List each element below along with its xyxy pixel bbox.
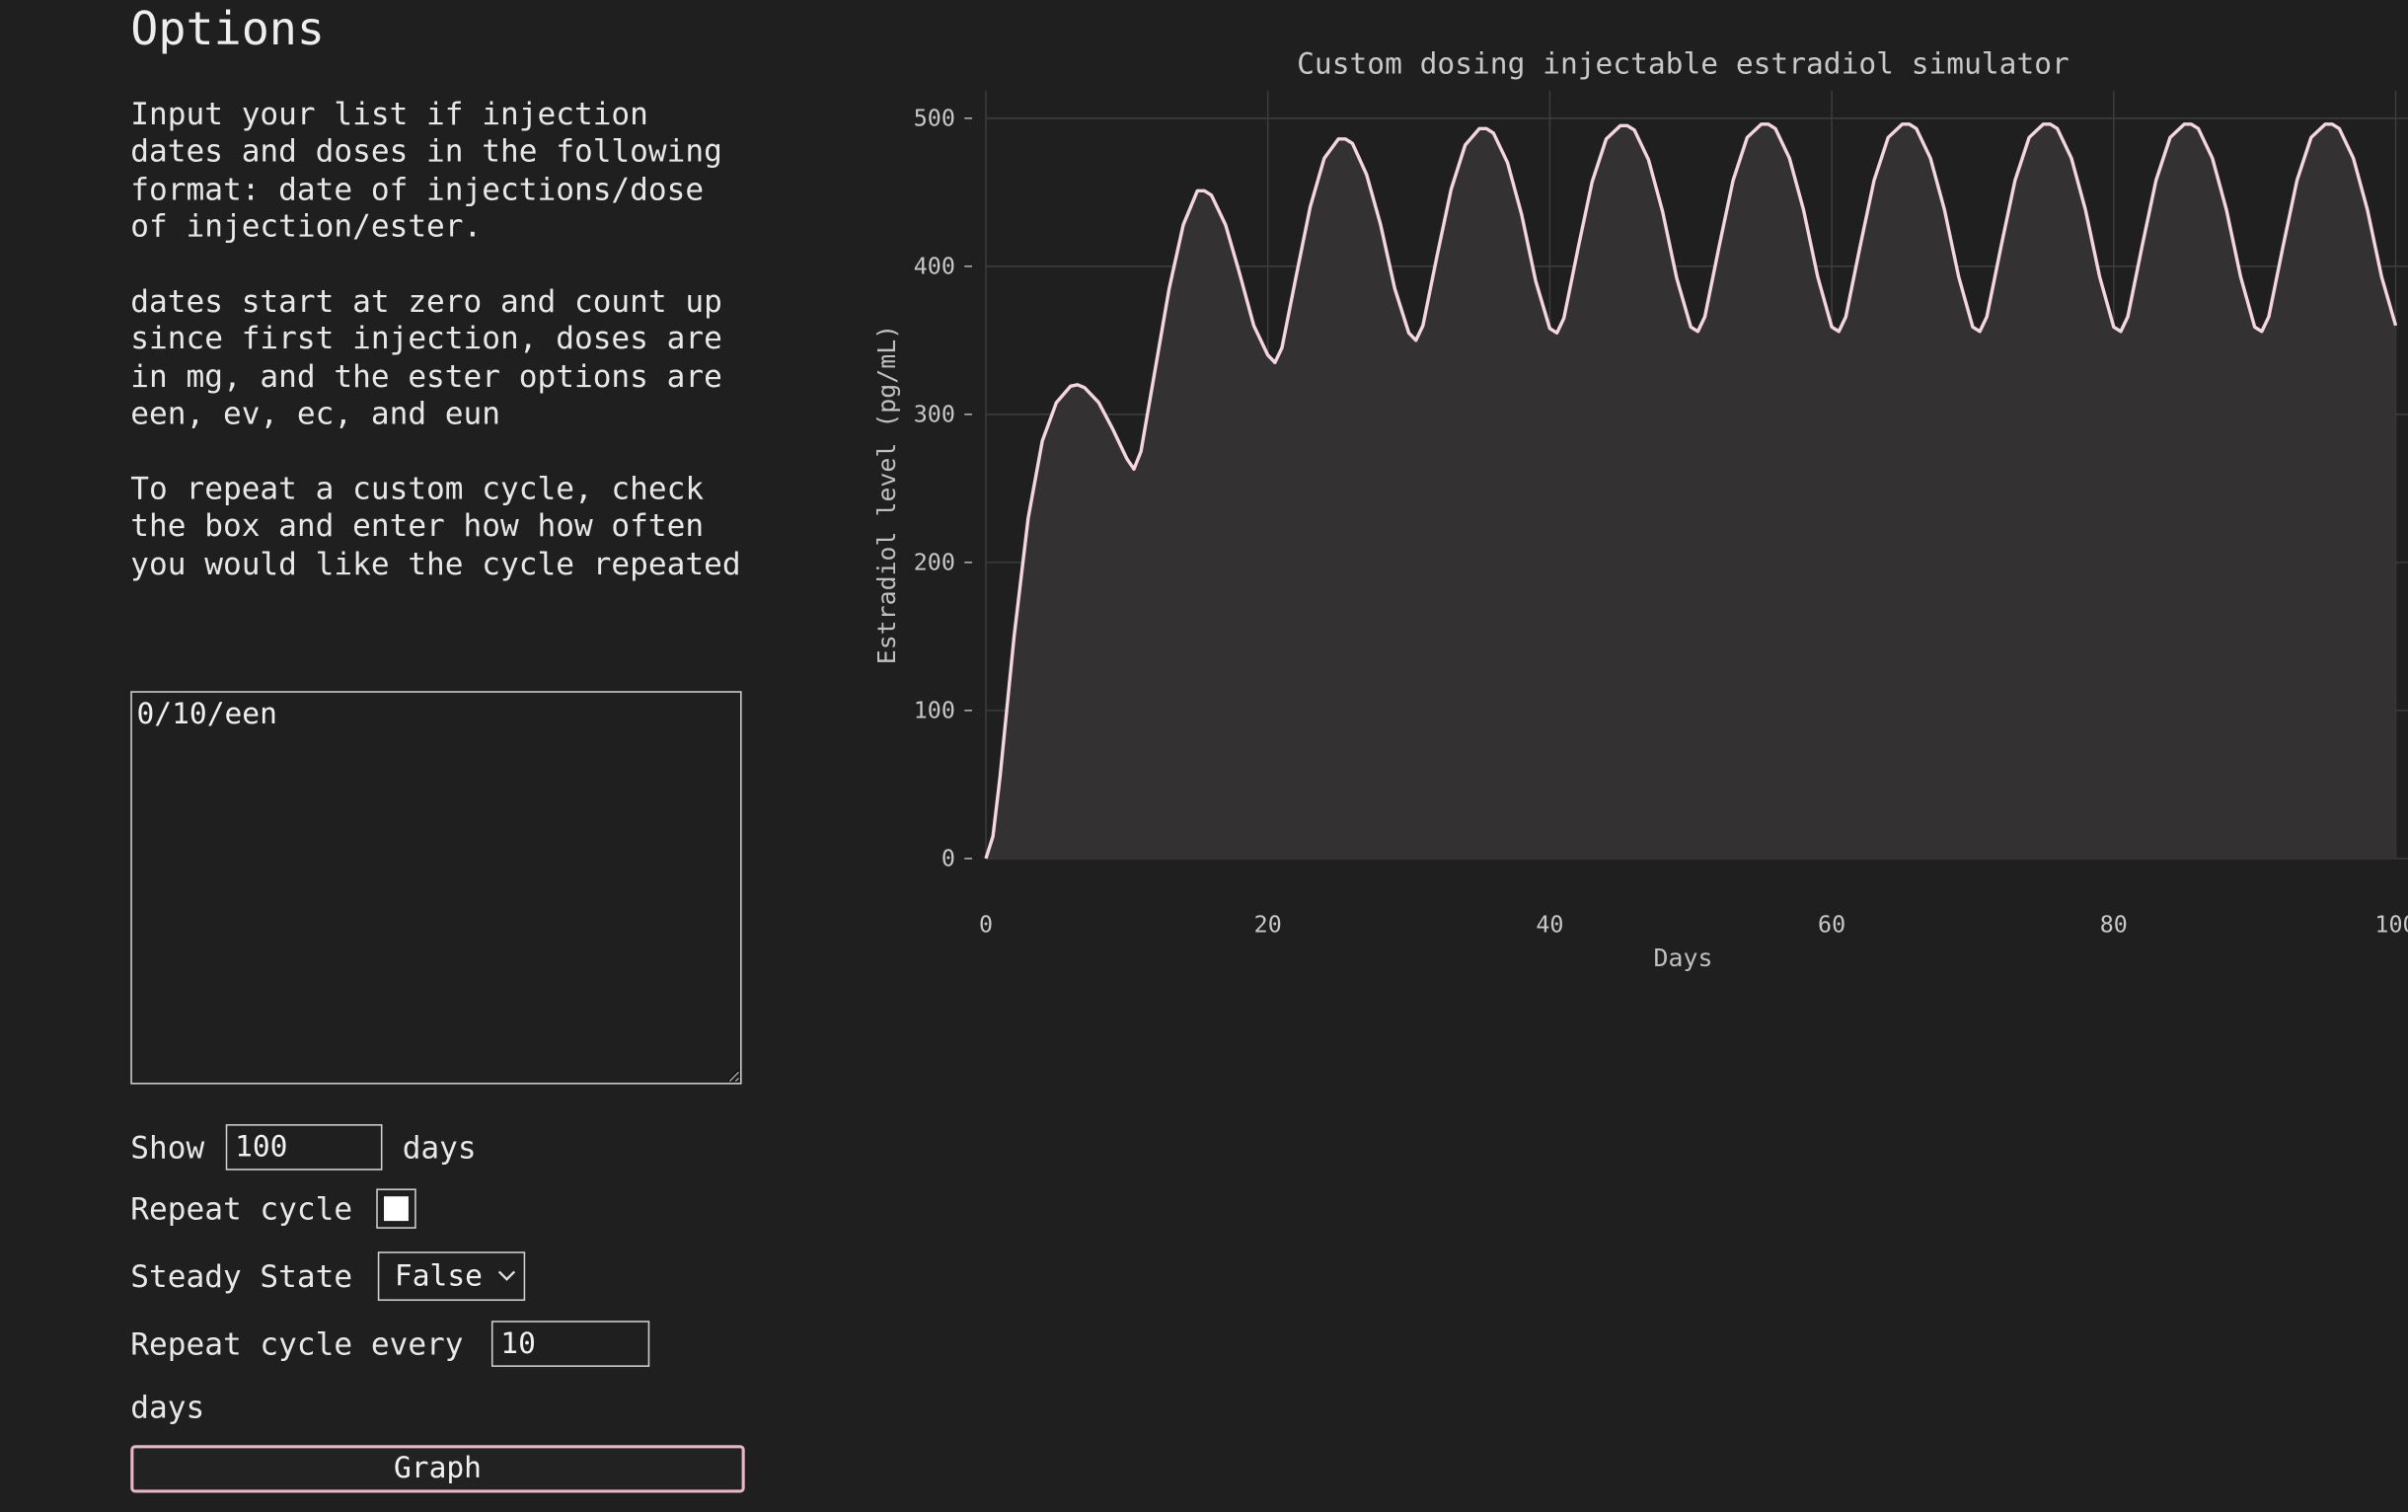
show-days-row: Show days bbox=[130, 1124, 477, 1171]
repeat-every-unit: days bbox=[130, 1388, 205, 1426]
repeat-every-input[interactable] bbox=[490, 1321, 650, 1367]
y-tick-label: 300 bbox=[914, 401, 955, 428]
y-tick-label: 100 bbox=[914, 697, 955, 724]
area-layer bbox=[984, 122, 2398, 860]
steady-state-select[interactable]: False bbox=[377, 1251, 526, 1302]
repeat-cycle-row: Repeat cycle bbox=[130, 1188, 416, 1229]
y-tick-label: 200 bbox=[914, 549, 955, 576]
steady-state-value: False bbox=[394, 1259, 483, 1294]
instructions-units: dates start at zero and count up since f… bbox=[130, 282, 741, 432]
x-tick-label: 60 bbox=[1818, 911, 1845, 939]
estradiol-area-fill bbox=[986, 123, 2396, 859]
instructions-repeat: To repeat a custom cycle, check the box … bbox=[130, 470, 741, 582]
show-days-input[interactable] bbox=[225, 1124, 383, 1171]
app-page: Options Input your list if injection dat… bbox=[0, 0, 2408, 1512]
y-tick-label: 500 bbox=[914, 105, 955, 132]
x-tick-label: 100 bbox=[2374, 911, 2408, 939]
chevron-down-icon bbox=[496, 1253, 518, 1317]
x-axis-label: Days bbox=[1654, 944, 1713, 972]
chart-title: Custom dosing injectable estradiol simul… bbox=[1297, 47, 2069, 81]
chart-container: Custom dosing injectable estradiol simul… bbox=[860, 0, 2408, 1014]
injection-list-textarea[interactable]: 0/10/een bbox=[130, 691, 742, 1085]
x-tick-label: 0 bbox=[979, 911, 993, 939]
graph-button[interactable]: Graph bbox=[130, 1445, 745, 1493]
x-tick-label: 80 bbox=[2100, 911, 2128, 939]
repeat-cycle-label: Repeat cycle bbox=[130, 1189, 353, 1228]
repeat-every-label: Repeat cycle every bbox=[130, 1324, 464, 1363]
instructions-format: Input your list if injection dates and d… bbox=[130, 95, 741, 245]
steady-state-label: Steady State bbox=[130, 1257, 353, 1295]
y-tick-label: 400 bbox=[914, 253, 955, 280]
show-label: Show bbox=[130, 1128, 205, 1167]
repeat-every-row: Repeat cycle every bbox=[130, 1321, 650, 1367]
checkbox-fill bbox=[384, 1196, 409, 1222]
y-tick-label: 0 bbox=[941, 845, 955, 872]
x-tick-label: 40 bbox=[1536, 911, 1563, 939]
show-days-unit: days bbox=[402, 1128, 477, 1167]
options-title: Options bbox=[130, 3, 326, 57]
y-axis-label: Estradiol level (pg/mL) bbox=[872, 325, 901, 664]
repeat-cycle-checkbox[interactable] bbox=[376, 1188, 416, 1229]
steady-state-row: Steady State False bbox=[130, 1251, 526, 1302]
estradiol-chart: Custom dosing injectable estradiol simul… bbox=[872, 47, 2408, 972]
x-tick-label: 20 bbox=[1254, 911, 1282, 939]
